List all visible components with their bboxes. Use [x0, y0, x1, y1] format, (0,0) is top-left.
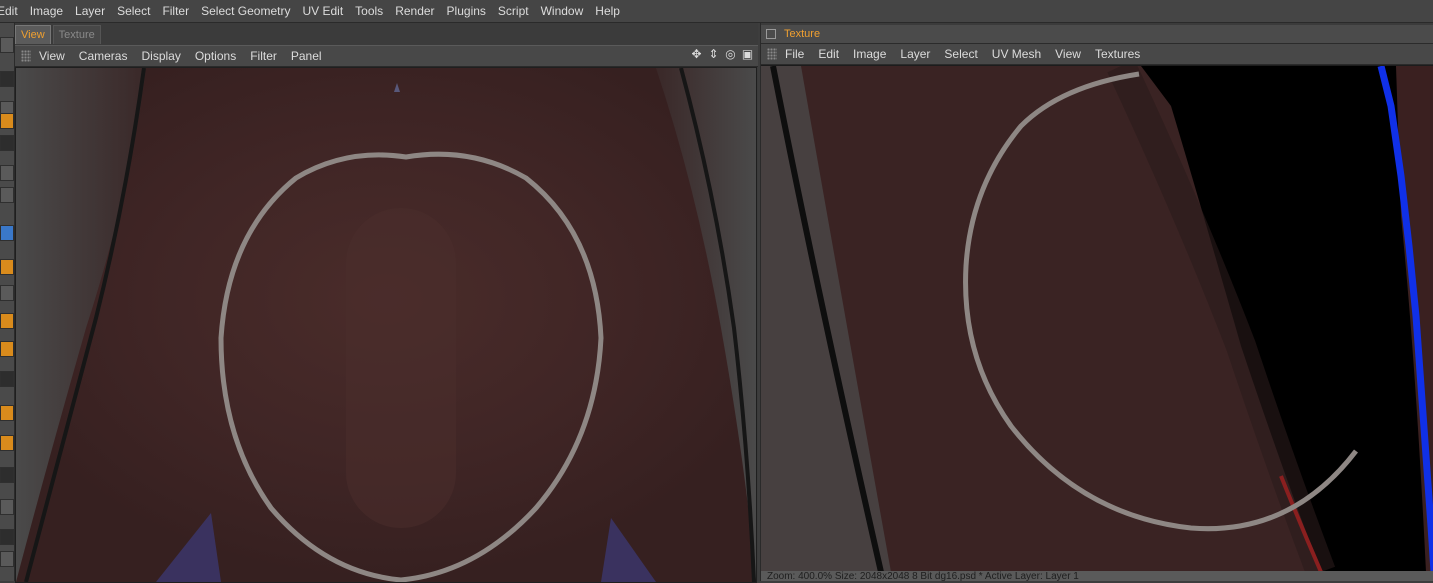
- menu-script[interactable]: Script: [498, 4, 537, 18]
- view-menu-display[interactable]: Display: [141, 49, 180, 63]
- texture-viewport[interactable]: [761, 65, 1433, 572]
- rotate-view-icon[interactable]: ◎: [724, 48, 737, 61]
- dodge-tool-icon[interactable]: [0, 341, 14, 357]
- background-color-swatch[interactable]: [0, 551, 14, 567]
- brush-tool-icon[interactable]: [0, 225, 14, 241]
- tex-menu-file[interactable]: File: [785, 47, 804, 61]
- texture-status-text: Zoom: 400.0% Size: 2048x2048 8 Bit dg16.…: [767, 571, 1079, 582]
- texture-canvas: [761, 66, 1433, 572]
- zoom-tool-icon[interactable]: [0, 499, 14, 515]
- texture-panel-menubar: File Edit Image Layer Select UV Mesh Vie…: [761, 44, 1433, 65]
- view-menu-options[interactable]: Options: [195, 49, 236, 63]
- burn-tool-icon[interactable]: [0, 371, 14, 387]
- viewport-canvas: [16, 68, 756, 582]
- menu-help[interactable]: Help: [595, 4, 628, 18]
- gradient-tool-icon[interactable]: [0, 435, 14, 451]
- text-tool-icon[interactable]: [0, 187, 14, 203]
- view-menu-panel[interactable]: Panel: [291, 49, 322, 63]
- tex-menu-select[interactable]: Select: [944, 47, 977, 61]
- eraser-tool-icon[interactable]: [0, 285, 14, 301]
- tex-menu-layer[interactable]: Layer: [900, 47, 930, 61]
- panel-menu-icon[interactable]: [766, 29, 776, 39]
- view-panel-tabs: View Texture: [15, 25, 103, 45]
- menu-layer[interactable]: Layer: [75, 4, 113, 18]
- 3d-viewport[interactable]: [15, 67, 757, 583]
- transform-tool-icon[interactable]: [0, 135, 14, 151]
- menu-select[interactable]: Select: [117, 4, 158, 18]
- main-menubar: Edit Image Layer Select Filter Select Ge…: [0, 0, 1433, 23]
- center-highlight: [346, 208, 456, 528]
- menu-edit[interactable]: Edit: [0, 4, 26, 18]
- menu-window[interactable]: Window: [541, 4, 592, 18]
- texture-panel-title: Texture: [784, 28, 821, 40]
- pencil-tool-icon[interactable]: [0, 259, 14, 275]
- maximize-view-icon[interactable]: ▣: [741, 48, 754, 61]
- menu-tools[interactable]: Tools: [355, 4, 391, 18]
- menu-uv-edit[interactable]: UV Edit: [302, 4, 351, 18]
- tex-menu-view[interactable]: View: [1055, 47, 1081, 61]
- paint-bucket-tool-icon[interactable]: [0, 113, 14, 129]
- tool-strip: [0, 23, 15, 581]
- lasso-tool-icon[interactable]: [0, 71, 14, 87]
- menu-filter[interactable]: Filter: [162, 4, 197, 18]
- dolly-view-icon[interactable]: ⇕: [707, 48, 720, 61]
- tex-menu-uv-mesh[interactable]: UV Mesh: [992, 47, 1041, 61]
- view-menu-view[interactable]: View: [39, 49, 65, 63]
- tex-menu-edit[interactable]: Edit: [818, 47, 839, 61]
- menu-select-geometry[interactable]: Select Geometry: [201, 4, 298, 18]
- tab-view[interactable]: View: [15, 25, 51, 44]
- select-tool-icon[interactable]: [0, 37, 14, 53]
- fill-tool-icon[interactable]: [0, 405, 14, 421]
- panel-grip-icon[interactable]: [21, 50, 31, 62]
- view-panel: View Texture View Cameras Display Option…: [15, 23, 758, 583]
- move-view-icon[interactable]: ✥: [690, 48, 703, 61]
- menu-image[interactable]: Image: [30, 4, 71, 18]
- menu-render[interactable]: Render: [395, 4, 442, 18]
- view-menu-cameras[interactable]: Cameras: [79, 49, 128, 63]
- texture-panel: Texture File Edit Image Layer Select UV …: [760, 23, 1433, 581]
- tex-menu-image[interactable]: Image: [853, 47, 886, 61]
- foreground-color-swatch[interactable]: [0, 529, 14, 545]
- eyedropper-tool-icon[interactable]: [0, 467, 14, 483]
- menu-plugins[interactable]: Plugins: [447, 4, 494, 18]
- texture-grip-icon[interactable]: [767, 48, 777, 60]
- texture-status-bar: Zoom: 400.0% Size: 2048x2048 8 Bit dg16.…: [761, 571, 1433, 581]
- tab-texture[interactable]: Texture: [52, 25, 101, 44]
- view-panel-menubar: View Cameras Display Options Filter Pane…: [15, 45, 758, 67]
- clone-tool-icon[interactable]: [0, 165, 14, 181]
- texture-panel-titlebar: Texture: [761, 25, 1433, 44]
- smudge-tool-icon[interactable]: [0, 313, 14, 329]
- tex-menu-textures[interactable]: Textures: [1095, 47, 1140, 61]
- view-menu-filter[interactable]: Filter: [250, 49, 277, 63]
